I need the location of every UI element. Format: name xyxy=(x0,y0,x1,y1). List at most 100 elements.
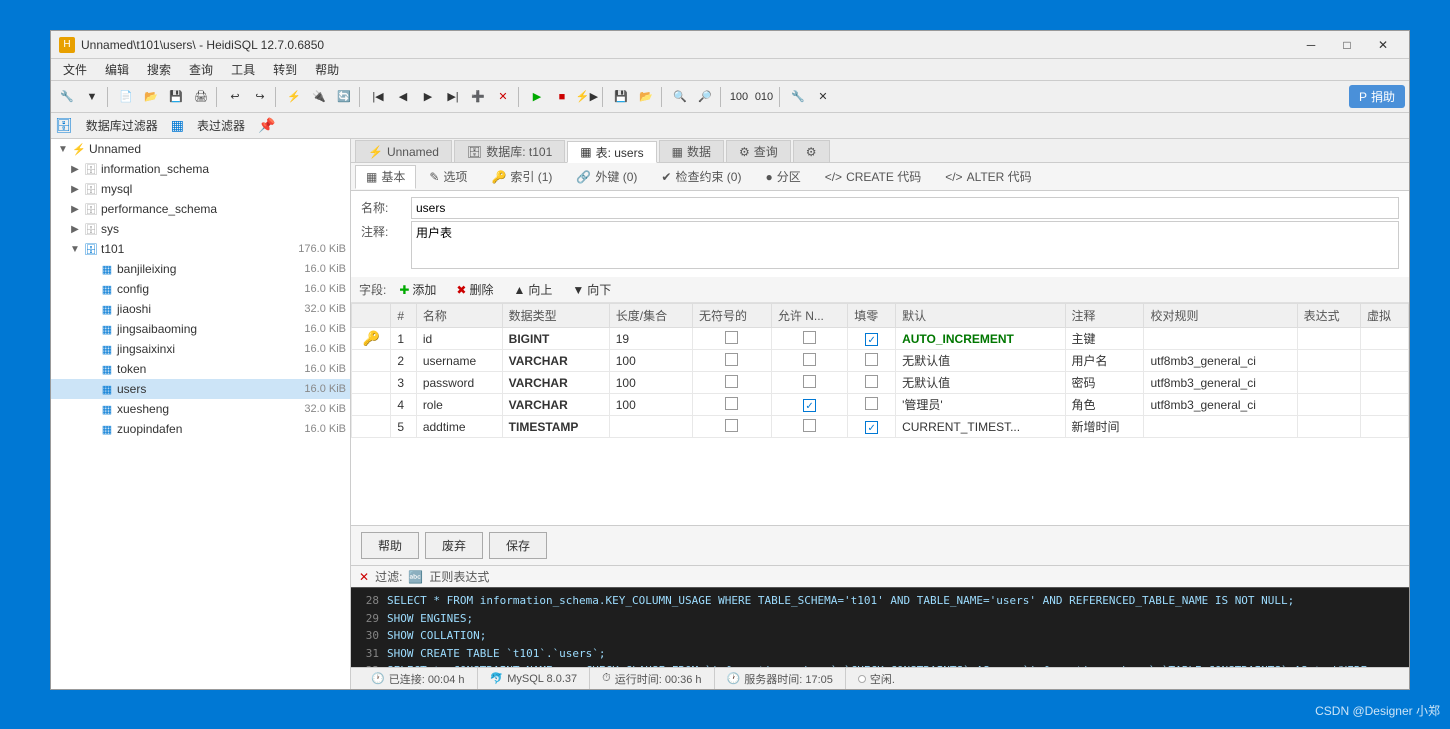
toolbar-del-row[interactable]: ✕ xyxy=(491,85,515,109)
add-field-button[interactable]: ✚ 添加 xyxy=(392,278,443,301)
help-button[interactable]: 帮助 xyxy=(361,532,419,559)
tree-root-unnamed[interactable]: ▼ ⚡ Unnamed xyxy=(51,139,350,159)
tree-item-information-schema[interactable]: ▶ 🗄 information_schema xyxy=(51,159,350,179)
table-name-input[interactable] xyxy=(411,197,1399,219)
tree-item-users[interactable]: ▦ users 16.0 KiB xyxy=(51,379,350,399)
toolbar-search[interactable]: 🔍 xyxy=(668,85,692,109)
tree-item-zpdf[interactable]: ▦ zuopindafen 16.0 KiB xyxy=(51,419,350,439)
row-unsigned-4[interactable] xyxy=(692,394,771,416)
subtab-partition[interactable]: ● 分区 xyxy=(754,165,811,189)
table-filter-tab[interactable]: 表过滤器 xyxy=(188,114,254,137)
toolbar-undo[interactable]: ↩ xyxy=(223,85,247,109)
tree-item-token[interactable]: ▦ token 16.0 KiB xyxy=(51,359,350,379)
row-allownull-1[interactable] xyxy=(771,328,847,350)
tree-item-jiaoshi[interactable]: ▦ jiaoshi 32.0 KiB xyxy=(51,299,350,319)
row-unsigned-2[interactable] xyxy=(692,350,771,372)
filter-close-icon[interactable]: ✕ xyxy=(359,570,369,584)
row-allownull-5[interactable] xyxy=(771,416,847,438)
tree-item-config[interactable]: ▦ config 16.0 KiB xyxy=(51,279,350,299)
toolbar-disconnect[interactable]: 🔌 xyxy=(307,85,331,109)
row-zerofill-5[interactable] xyxy=(848,416,896,438)
menu-search[interactable]: 搜索 xyxy=(139,59,179,80)
minimize-button[interactable]: ─ xyxy=(1293,31,1329,59)
toolbar-run[interactable]: ▶ xyxy=(525,85,549,109)
row-zerofill-3[interactable] xyxy=(848,372,896,394)
pin-icon[interactable]: 📌 xyxy=(258,117,275,134)
tab-data[interactable]: ▦ 数据 xyxy=(659,140,724,162)
toolbar-new[interactable]: 📄 xyxy=(114,85,138,109)
delete-field-button[interactable]: ✖ 删除 xyxy=(449,278,500,301)
toolbar-nav-next[interactable]: ▶ xyxy=(416,85,440,109)
toolbar-replace[interactable]: 🔎 xyxy=(693,85,717,109)
discard-button[interactable]: 废弃 xyxy=(425,532,483,559)
save-button[interactable]: 保存 xyxy=(489,532,547,559)
table-row[interactable]: 4 role VARCHAR 100 '管理员' 角色 utf8mb3_gene… xyxy=(352,394,1409,416)
menu-tools[interactable]: 工具 xyxy=(223,59,263,80)
tree-item-t101[interactable]: ▼ 🗄 t101 176.0 KiB xyxy=(51,239,350,259)
row-zerofill-2[interactable] xyxy=(848,350,896,372)
subtab-basic[interactable]: ▦ 基本 xyxy=(355,165,416,189)
subtab-check-constraints[interactable]: ✔ 检查约束 (0) xyxy=(650,165,752,189)
row-zerofill-1[interactable] xyxy=(848,328,896,350)
toolbar-nav-prev[interactable]: ◀ xyxy=(391,85,415,109)
tab-settings[interactable]: ⚙ xyxy=(793,140,830,162)
toolbar-run-sel[interactable]: ⚡▶ xyxy=(575,85,599,109)
subtab-indexes[interactable]: 🔑 索引 (1) xyxy=(480,165,563,189)
menu-query[interactable]: 查询 xyxy=(181,59,221,80)
tree-item-xuesheng[interactable]: ▦ xuesheng 32.0 KiB xyxy=(51,399,350,419)
row-unsigned-3[interactable] xyxy=(692,372,771,394)
row-allownull-4[interactable] xyxy=(771,394,847,416)
move-up-button[interactable]: ▲ 向上 xyxy=(507,278,560,301)
tab-table[interactable]: ▦ 表: users xyxy=(567,141,656,163)
toolbar-stop[interactable]: ■ xyxy=(550,85,574,109)
table-row[interactable]: 5 addtime TIMESTAMP CURRENT_TIMEST... 新增… xyxy=(352,416,1409,438)
toolbar-format[interactable]: 100 xyxy=(727,85,751,109)
tab-unnamed[interactable]: ⚡ Unnamed xyxy=(355,140,452,162)
subtab-foreign-keys[interactable]: 🔗 外键 (0) xyxy=(565,165,648,189)
toolbar-extra2[interactable]: ✕ xyxy=(811,85,835,109)
toolbar-option[interactable]: 010 xyxy=(752,85,776,109)
menu-goto[interactable]: 转到 xyxy=(265,59,305,80)
table-comment-input[interactable] xyxy=(411,221,1399,269)
tab-query[interactable]: ⚙ 查询 xyxy=(726,140,791,162)
toolbar-extra1[interactable]: 🔧 xyxy=(786,85,810,109)
toolbar-open[interactable]: 📂 xyxy=(139,85,163,109)
maximize-button[interactable]: □ xyxy=(1329,31,1365,59)
toolbar-save[interactable]: 💾 xyxy=(164,85,188,109)
menu-edit[interactable]: 编辑 xyxy=(97,59,137,80)
tree-item-performance-schema[interactable]: ▶ 🗄 performance_schema xyxy=(51,199,350,219)
tree-item-jsbm[interactable]: ▦ jingsaibaoming 16.0 KiB xyxy=(51,319,350,339)
row-zerofill-4[interactable] xyxy=(848,394,896,416)
tree-item-mysql[interactable]: ▶ 🗄 mysql xyxy=(51,179,350,199)
toolbar-redo[interactable]: ↪ xyxy=(248,85,272,109)
toolbar-btn-2[interactable]: ▼ xyxy=(80,85,104,109)
row-allownull-3[interactable] xyxy=(771,372,847,394)
close-button[interactable]: ✕ xyxy=(1365,31,1401,59)
subtab-alter-code[interactable]: </> ALTER 代码 xyxy=(934,165,1042,189)
subtab-options[interactable]: ✎ 选项 xyxy=(418,165,478,189)
menu-file[interactable]: 文件 xyxy=(55,59,95,80)
tab-database[interactable]: 🗄 数据库: t101 xyxy=(454,140,565,162)
toolbar-nav-first[interactable]: |◀ xyxy=(366,85,390,109)
toolbar-connect[interactable]: ⚡ xyxy=(282,85,306,109)
tree-item-banjileixing[interactable]: ▦ banjileixing 16.0 KiB xyxy=(51,259,350,279)
toolbar-nav-last[interactable]: ▶| xyxy=(441,85,465,109)
toolbar-add-row[interactable]: ➕ xyxy=(466,85,490,109)
table-row[interactable]: 3 password VARCHAR 100 无默认值 密码 utf8mb3_g… xyxy=(352,372,1409,394)
tree-item-jsxx[interactable]: ▦ jingsaixinxi 16.0 KiB xyxy=(51,339,350,359)
row-unsigned-5[interactable] xyxy=(692,416,771,438)
subtab-create-code[interactable]: </> CREATE 代码 xyxy=(814,165,932,189)
table-row[interactable]: 🔑 1 id BIGINT 19 AUTO_INCREMENT 主键 xyxy=(352,328,1409,350)
toolbar-reconnect[interactable]: 🔄 xyxy=(332,85,356,109)
menu-help[interactable]: 帮助 xyxy=(307,59,347,80)
donate-button[interactable]: P 捐助 xyxy=(1349,85,1405,108)
tree-item-sys[interactable]: ▶ 🗄 sys xyxy=(51,219,350,239)
row-allownull-2[interactable] xyxy=(771,350,847,372)
toolbar-load-file[interactable]: 📂 xyxy=(634,85,658,109)
toolbar-btn-1[interactable]: 🔧 xyxy=(55,85,79,109)
table-row[interactable]: 2 username VARCHAR 100 无默认值 用户名 utf8mb3_… xyxy=(352,350,1409,372)
toolbar-save-file[interactable]: 💾 xyxy=(609,85,633,109)
toolbar-print[interactable]: 🖨 xyxy=(189,85,213,109)
db-filter-tab[interactable]: 数据库过滤器 xyxy=(77,114,167,137)
row-unsigned-1[interactable] xyxy=(692,328,771,350)
